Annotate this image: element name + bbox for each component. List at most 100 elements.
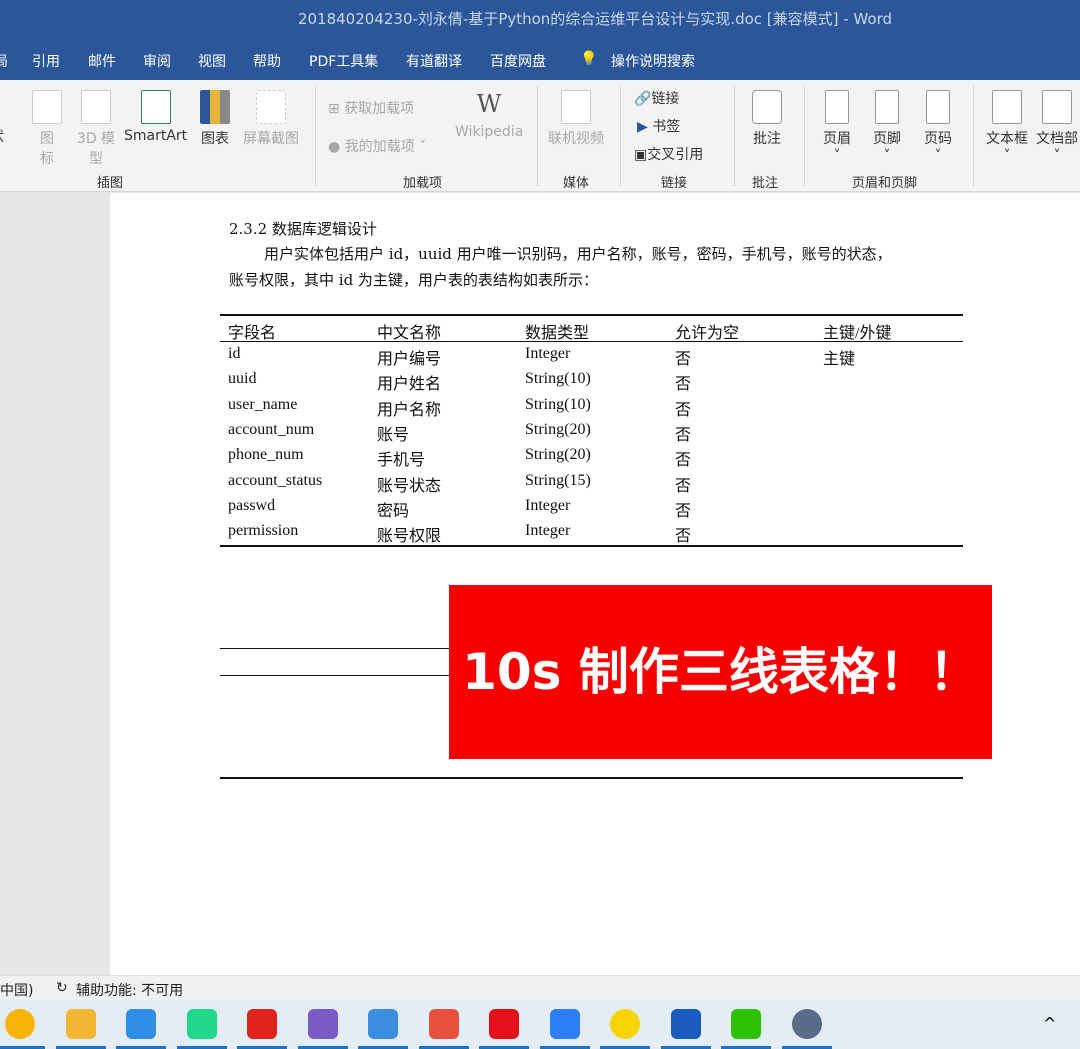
chevron-up-icon[interactable]: ^ [1043, 1014, 1056, 1033]
tab-pdf[interactable]: PDF工具集 [309, 51, 378, 71]
table-cell: 账号状态 [377, 477, 442, 495]
cross-reference-button[interactable]: ▣交叉引用 [634, 144, 703, 164]
music-taskbar-icon[interactable] [610, 1009, 640, 1039]
table-cell: user_name [228, 395, 298, 413]
taskbar: ^ [0, 1000, 1080, 1049]
files-taskbar-icon[interactable] [126, 1009, 156, 1039]
quick-parts-button[interactable]: 文档部 ˅ [1036, 90, 1078, 164]
table-cell: 用户编号 [377, 351, 442, 368]
word-taskbar-icon[interactable] [670, 1009, 701, 1039]
page-number-icon [926, 90, 950, 124]
table-cell: account_status [228, 471, 323, 489]
table-cell: 账号权限 [377, 528, 442, 546]
tab-view[interactable]: 视图 [198, 51, 226, 71]
baidu-taskbar-icon[interactable] [368, 1009, 398, 1039]
table-rule [220, 545, 963, 547]
table-header-cell: 允许为空 [675, 325, 740, 342]
video-icon [561, 90, 591, 124]
screenshot-button[interactable]: 屏幕截图 [243, 90, 299, 148]
get-addins-button[interactable]: ⊞ 获取加载项 [328, 98, 414, 118]
tab-references[interactable]: 引用 [32, 51, 60, 71]
table-cell: 密码 [377, 502, 410, 520]
table-cell: 账号 [377, 426, 410, 444]
avatar-taskbar-icon[interactable] [791, 1009, 822, 1039]
online-video-button[interactable]: 联机视频 [548, 90, 604, 148]
paint-taskbar-icon[interactable] [307, 1009, 338, 1039]
wikipedia-icon: W [476, 90, 502, 118]
tab-review[interactable]: 审阅 [143, 51, 171, 71]
table-rule [220, 648, 450, 649]
group-label-illustrations: 插图 [97, 176, 124, 191]
feishu-taskbar-icon[interactable] [549, 1009, 580, 1039]
page-number-button[interactable]: 页码 ˅ [924, 90, 952, 164]
wechat-taskbar-icon[interactable] [731, 1009, 761, 1039]
window-title: 201840204230-刘永倩-基于Python的综合运维平台设计与实现.do… [297, 10, 893, 28]
accessibility-icon: ↻ [56, 980, 68, 996]
footer-button[interactable]: 页脚 ˅ [873, 90, 901, 164]
pycharm-taskbar-icon[interactable] [186, 1009, 217, 1039]
paragraph-line-1: 用户实体包括用户 id，uuid 用户唯一识别码，用户名称，账号，密码，手机号，… [264, 245, 892, 263]
table-cell: account_num [228, 420, 315, 438]
youdao-taskbar-icon[interactable] [489, 1009, 519, 1039]
group-label-comments: 批注 [752, 176, 779, 191]
icons-button[interactable]: 图标 [30, 90, 64, 168]
group-label-header-footer: 页眉和页脚 [852, 176, 918, 191]
smartart-icon [140, 90, 171, 124]
table-cell: String(10) [525, 370, 591, 388]
netease-taskbar-icon[interactable] [428, 1009, 459, 1039]
tell-me-search[interactable]: 操作说明搜索 [611, 51, 695, 71]
tab-baidu[interactable]: 百度网盘 [490, 51, 546, 71]
tab-layout[interactable]: 局 [0, 51, 8, 71]
group-label-links: 链接 [661, 176, 688, 191]
document-page[interactable]: 2.3.2 数据库逻辑设计 用户实体包括用户 id，uuid 用户唯一识别码，用… [110, 193, 1080, 975]
comment-button[interactable]: 批注 [752, 90, 782, 148]
table-header-cell: 数据类型 [525, 325, 590, 342]
explorer-taskbar-icon[interactable] [65, 1009, 96, 1039]
3d-models-button[interactable]: 3D 模型 [76, 90, 116, 168]
table-rule [220, 777, 963, 779]
quick-parts-icon [1042, 90, 1072, 124]
tab-help[interactable]: 帮助 [253, 51, 281, 71]
table-cell: uuid [228, 370, 257, 388]
table-rule [220, 314, 963, 316]
accessibility-status[interactable]: 辅助功能: 不可用 [76, 980, 183, 1000]
tab-youdao[interactable]: 有道翻译 [406, 51, 462, 71]
table-cell: permission [228, 522, 299, 540]
language-status[interactable]: 中国) [0, 980, 33, 1000]
header-button[interactable]: 页眉 ˅ [823, 90, 851, 164]
icons-icon [32, 90, 62, 124]
my-addins-button[interactable]: ● 我的加载项 ˅ [328, 136, 426, 156]
table-cell: String(20) [525, 420, 591, 438]
wps-taskbar-icon[interactable] [247, 1009, 277, 1039]
textbox-icon [992, 90, 1022, 124]
table-cell: 否 [675, 426, 692, 444]
table-cell: 否 [675, 452, 692, 470]
store-icon: ⊞ [328, 101, 345, 117]
wikipedia-button[interactable]: W Wikipedia [455, 90, 523, 140]
status-bar: 中国) ↻ 辅助功能: 不可用 [0, 975, 1080, 1000]
table-cell: 用户名称 [377, 401, 442, 419]
link-button[interactable]: 🔗链接 [634, 88, 679, 108]
table-cell: 否 [675, 477, 692, 495]
crossref-icon: ▣ [634, 147, 648, 163]
table-rule [220, 675, 450, 676]
bar-chart-icon [200, 90, 230, 124]
textbox-button[interactable]: 文本框 ˅ [986, 90, 1028, 164]
table-header-cell: 主键/外键 [823, 325, 892, 342]
table-cell: 否 [675, 376, 692, 394]
table-cell: 否 [675, 401, 692, 419]
group-label-addins: 加载项 [403, 176, 443, 191]
table-cell: 否 [675, 351, 692, 368]
link-icon: 🔗 [634, 91, 652, 107]
lightbulb-icon: 💡 [580, 51, 598, 67]
chart-button[interactable]: 图表 [200, 90, 230, 148]
footer-icon [875, 90, 899, 124]
chrome-taskbar-icon[interactable] [5, 1009, 35, 1039]
tab-mailings[interactable]: 邮件 [88, 51, 116, 71]
table-cell: Integer [525, 496, 571, 514]
bookmark-button[interactable]: ▶ 书签 [637, 116, 680, 136]
overlay-banner: 10s 制作三线表格！！ [449, 585, 992, 759]
camera-icon [256, 90, 286, 124]
shapes-button[interactable]: 状 [0, 126, 4, 146]
smartart-button[interactable]: SmartArt [124, 90, 187, 144]
